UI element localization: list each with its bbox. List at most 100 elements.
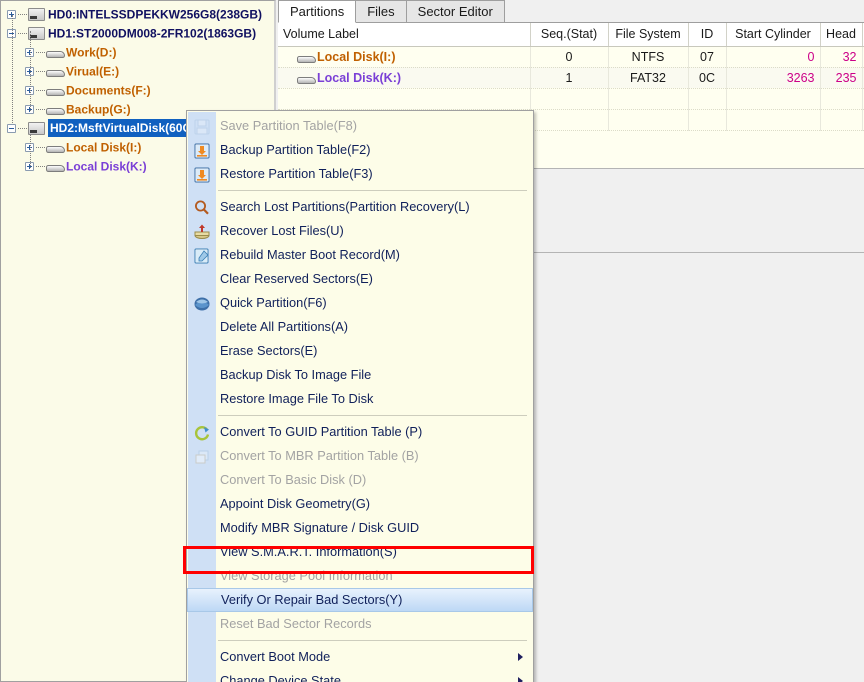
- tree-item-label: Work(D:): [66, 45, 116, 59]
- menu-item-verify-or-repair-bad-sectors[interactable]: Verify Or Repair Bad Sectors(Y): [187, 588, 533, 612]
- cell-start_cylinder: 0: [726, 46, 820, 67]
- cell-empty: [688, 109, 726, 130]
- tree-item[interactable]: Documents(F:): [7, 81, 274, 100]
- cell-head: 235: [820, 67, 862, 88]
- tree-guide-line: [30, 31, 31, 111]
- column-header[interactable]: Head: [820, 23, 862, 46]
- menu-item-convert-boot-mode[interactable]: Convert Boot Mode: [216, 645, 533, 669]
- cell-seq: 0: [530, 46, 608, 67]
- menu-item-search-lost-partitions[interactable]: Search Lost Partitions(Partition Recover…: [216, 195, 533, 219]
- tree-connector: [18, 33, 27, 34]
- disk-context-menu[interactable]: Save Partition Table(F8)Backup Partition…: [186, 110, 534, 682]
- cell-empty: [608, 109, 688, 130]
- partition-icon: [297, 73, 314, 84]
- convert-mbr-icon: [193, 448, 212, 467]
- save-icon: [193, 118, 212, 137]
- tree-item-label: HD2:MsftVirtualDisk(60GB): [48, 119, 206, 137]
- menu-item-erase-sectors[interactable]: Erase Sectors(E): [216, 339, 533, 363]
- partition-icon: [297, 52, 314, 63]
- partition-icon: [46, 161, 63, 172]
- partition-icon: [46, 47, 63, 58]
- column-header[interactable]: Start Cylinder: [726, 23, 820, 46]
- tab-sector-editor[interactable]: Sector Editor: [406, 0, 505, 23]
- menu-item-restore-partition-table[interactable]: Restore Partition Table(F3): [216, 162, 533, 186]
- tree-connector: [36, 109, 45, 110]
- menu-item-delete-all-partitions[interactable]: Delete All Partitions(A): [216, 315, 533, 339]
- volume-label-text: Local Disk(K:): [317, 71, 401, 85]
- tree-guide-line: [12, 15, 13, 131]
- rebuild-mbr-icon: [193, 247, 212, 266]
- table-row[interactable]: Local Disk(K:)1FAT320C326323545: [278, 67, 864, 88]
- menu-item-save-partition-table: Save Partition Table(F8): [216, 114, 533, 138]
- disk-icon: [28, 8, 45, 21]
- column-header[interactable]: ID: [688, 23, 726, 46]
- partition-icon: [46, 142, 63, 153]
- cell-empty: [820, 109, 862, 130]
- tree-item-label: Local Disk(K:): [66, 159, 147, 173]
- application-window: HD0:INTELSSDPEKKW256G8(238GB) HD1:ST2000D…: [0, 0, 864, 682]
- cell-start_cylinder: 3263: [726, 67, 820, 88]
- cell-fs: FAT32: [608, 67, 688, 88]
- tab-partitions[interactable]: Partitions: [278, 0, 356, 23]
- cell-empty: [278, 88, 530, 109]
- menu-item-list[interactable]: Save Partition Table(F8)Backup Partition…: [216, 111, 533, 682]
- menu-item-recover-lost-files[interactable]: Recover Lost Files(U): [216, 219, 533, 243]
- menu-item-rebuild-master-boot-record[interactable]: Rebuild Master Boot Record(M): [216, 243, 533, 267]
- menu-item-convert-to-mbr-partition-table: Convert To MBR Partition Table (B): [216, 444, 533, 468]
- tree-item[interactable]: HD1:ST2000DM008-2FR102(1863GB): [7, 24, 274, 43]
- tree-item-label: HD0:INTELSSDPEKKW256G8(238GB): [48, 7, 262, 21]
- column-header[interactable]: File System: [608, 23, 688, 46]
- disk-icon: [28, 122, 45, 135]
- menu-item-convert-to-guid-partition-table[interactable]: Convert To GUID Partition Table (P): [216, 420, 533, 444]
- menu-item-view-s-m-a-r-t-information[interactable]: View S.M.A.R.T. Information(S): [216, 540, 533, 564]
- tree-connector: [18, 14, 27, 15]
- tree-item-label: Backup(G:): [66, 102, 131, 116]
- tree-item-label: Virual(E:): [66, 64, 119, 78]
- restore-icon: [193, 166, 212, 185]
- cell-empty: [530, 109, 608, 130]
- table-row[interactable]: Local Disk(I:)0NTFS0703233: [278, 46, 864, 67]
- menu-item-backup-partition-table[interactable]: Backup Partition Table(F2): [216, 138, 533, 162]
- menu-item-clear-reserved-sectors[interactable]: Clear Reserved Sectors(E): [216, 267, 533, 291]
- column-header[interactable]: Seq.(Stat): [530, 23, 608, 46]
- tree-item[interactable]: HD0:INTELSSDPEKKW256G8(238GB): [7, 5, 274, 24]
- submenu-arrow-icon: [518, 653, 523, 661]
- menu-separator: [218, 640, 527, 641]
- menu-item-modify-mbr-signature-disk-guid[interactable]: Modify MBR Signature / Disk GUID: [216, 516, 533, 540]
- volume-label-text: Local Disk(I:): [317, 50, 396, 64]
- cell-empty: [820, 88, 862, 109]
- menu-item-quick-partition[interactable]: Quick Partition(F6): [216, 291, 533, 315]
- partition-icon: [46, 85, 63, 96]
- tab-files[interactable]: Files: [355, 0, 406, 23]
- submenu-arrow-icon: [518, 677, 523, 682]
- tree-item[interactable]: Work(D:): [7, 43, 274, 62]
- cell-empty: [688, 88, 726, 109]
- tree-item-label: Local Disk(I:): [66, 140, 141, 154]
- cell-volume-label: Local Disk(I:): [278, 46, 530, 67]
- table-header-row[interactable]: Volume LabelSeq.(Stat)File SystemIDStart…: [278, 23, 864, 46]
- cell-empty: [726, 88, 820, 109]
- quick-partition-icon: [193, 295, 212, 314]
- search-icon: [193, 199, 212, 218]
- tree-item-label: HD1:ST2000DM008-2FR102(1863GB): [48, 26, 256, 40]
- cell-volume-label: Local Disk(K:): [278, 67, 530, 88]
- menu-item-convert-to-basic-disk: Convert To Basic Disk (D): [216, 468, 533, 492]
- cell-empty: [726, 109, 820, 130]
- tree-connector: [36, 166, 45, 167]
- backup-icon: [193, 142, 212, 161]
- tree-item[interactable]: Virual(E:): [7, 62, 274, 81]
- cell-head: 32: [820, 46, 862, 67]
- menu-item-backup-disk-to-image-file[interactable]: Backup Disk To Image File: [216, 363, 533, 387]
- tab-strip[interactable]: PartitionsFilesSector Editor: [278, 0, 864, 23]
- menu-item-change-device-state[interactable]: Change Device State: [216, 669, 533, 682]
- partition-icon: [46, 104, 63, 115]
- menu-separator: [218, 415, 527, 416]
- menu-item-appoint-disk-geometry[interactable]: Appoint Disk Geometry(G): [216, 492, 533, 516]
- column-header[interactable]: Volume Label: [278, 23, 530, 46]
- tree-connector: [36, 52, 45, 53]
- tree-item-label: Documents(F:): [66, 83, 151, 97]
- tree-connector: [36, 90, 45, 91]
- menu-item-restore-image-file-to-disk[interactable]: Restore Image File To Disk: [216, 387, 533, 411]
- tree-expander-minus-icon[interactable]: [7, 124, 16, 133]
- cell-seq: 1: [530, 67, 608, 88]
